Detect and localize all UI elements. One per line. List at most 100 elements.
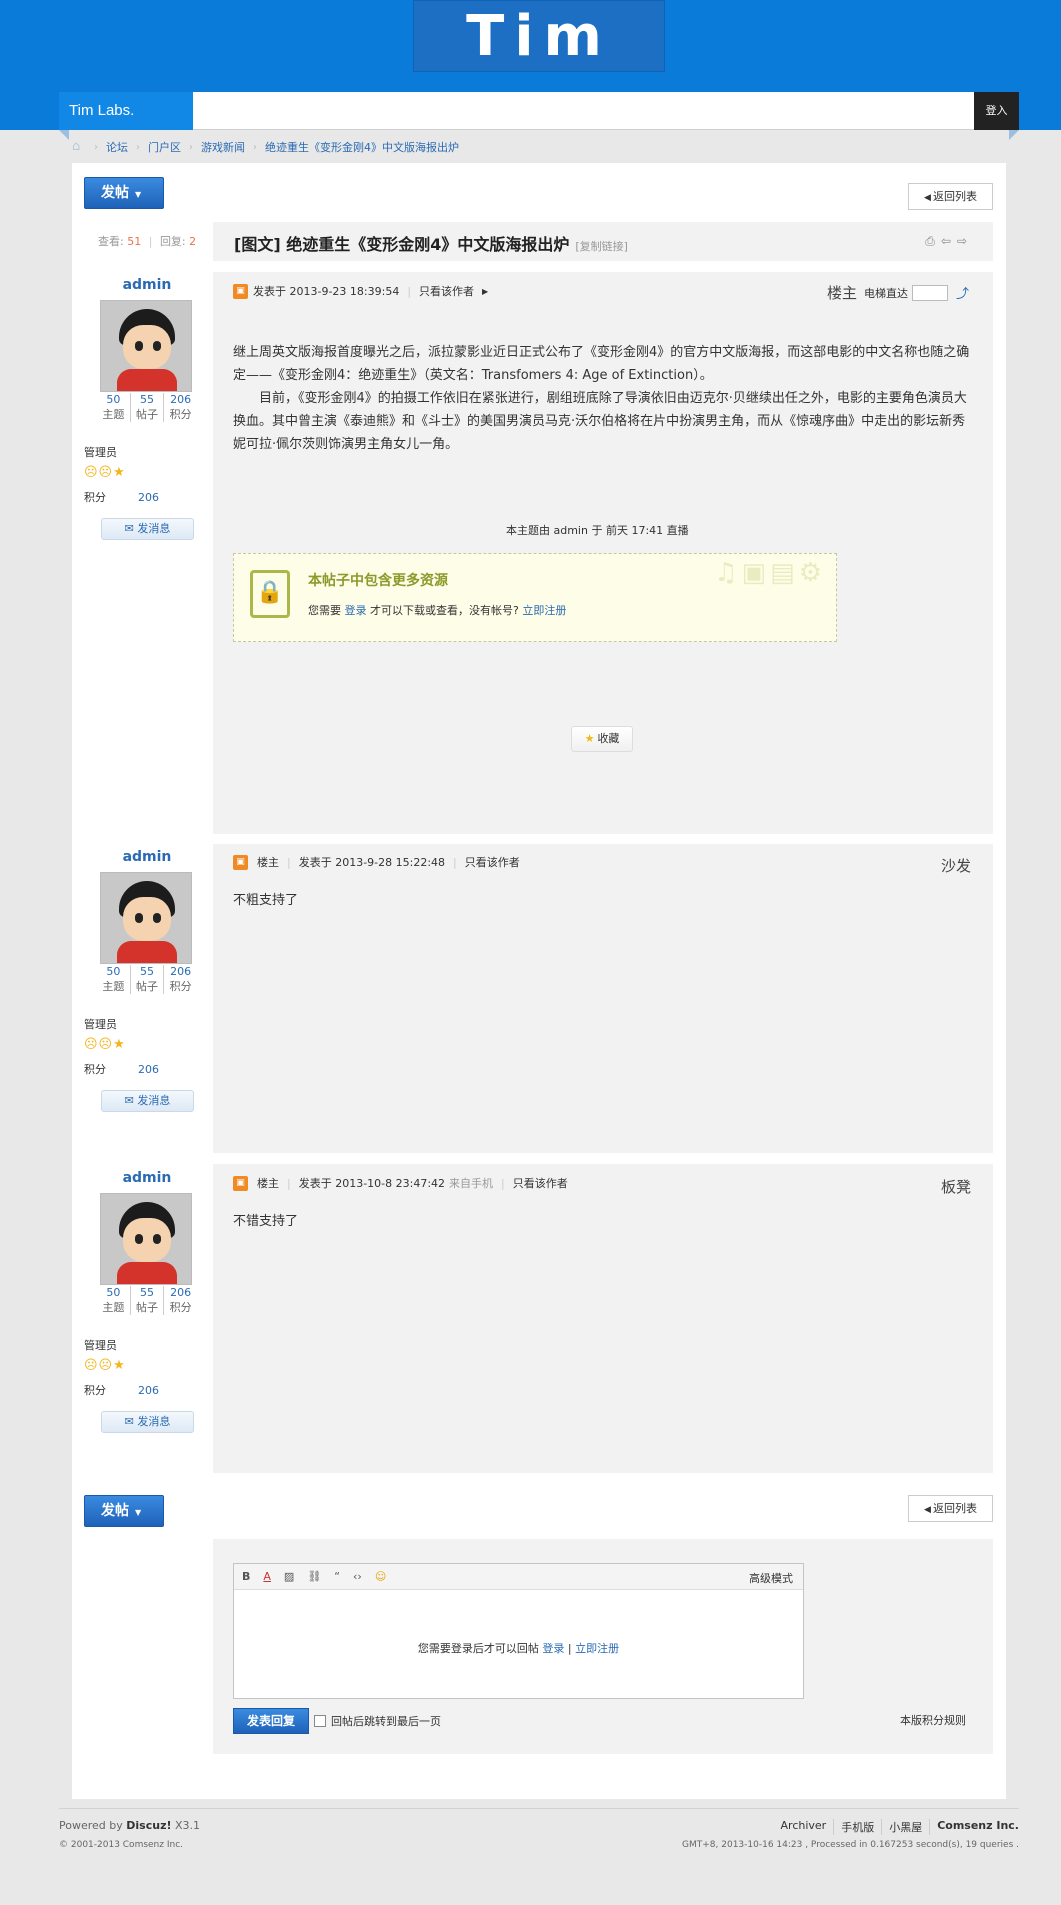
user-stats: 50 主题 55 帖子 206 积分 [97,965,197,994]
next-thread-icon[interactable]: ⇨ [957,234,973,248]
mail-icon: ✉ [124,522,138,535]
post-body: 不粗支持了 [233,893,299,908]
powered-by: Powered by Discuz! X3.1 [59,1819,201,1832]
ribbon-fold-left [59,130,69,140]
bold-icon[interactable]: B [242,1570,250,1583]
author-only-link[interactable]: 只看该作者 [419,283,474,299]
thread-tools: ⎙⇦⇨ [925,234,973,249]
breadcrumb-portal[interactable]: 门户区 [148,139,181,155]
footer-links: Archiver 手机版 小黑屋 Comsenz Inc. [774,1819,1019,1835]
avatar[interactable] [100,1193,192,1285]
locked-files-icon: 🔒 [250,570,290,618]
login-link[interactable]: 登录 [345,604,367,617]
editor-toolbar: B A ▨ ⛓ “ ‹› ☺ 高级模式 [234,1564,803,1590]
advanced-mode-link[interactable]: 高级模式 [749,1570,793,1586]
image-icon[interactable]: ▨ [284,1570,294,1583]
send-message-button[interactable]: ✉ 发消息 [101,1090,194,1112]
copy-link[interactable]: [复制链接] [575,240,628,253]
post-body: 继上周英文版海报首度曝光之后，派拉蒙影业近日正式公布了《变形金刚4》的官方中文版… [233,345,970,452]
link-icon[interactable]: ⛓ [307,1570,321,1583]
rank-icons: ☹☹★ [84,1037,126,1052]
user-stats: 50 主题 55 帖子 206 积分 [97,393,197,422]
back-to-list-button[interactable]: ◀ 返回列表 [908,183,993,210]
rank-icons: ☹☹★ [84,1358,126,1373]
print-icon[interactable]: ⎙ [925,234,941,248]
floor-label: 板凳 [941,1178,972,1196]
footer-link-archiver[interactable]: Archiver [774,1819,835,1835]
author-only-link[interactable]: 只看该作者 [465,854,520,870]
user-icon: ▣ [233,854,248,870]
new-post-button[interactable]: 发帖 ▼ [84,1495,164,1527]
direct-notice: 本主题由 admin 于 前天 17:41 直播 [506,524,689,537]
chevron-down-icon: ▼ [135,1508,142,1517]
send-message-button[interactable]: ✉ 发消息 [101,1411,194,1433]
copyright: © 2001-2013 Comsenz Inc. [59,1840,184,1850]
thread-header: [图文] 绝迹重生《变形金刚4》中文版海报出炉 [复制链接] ⎙⇦⇨ [213,222,993,261]
author-name[interactable]: admin [82,277,212,293]
play-icon[interactable]: ▶ [482,287,488,296]
favorite-button[interactable]: ★ 收藏 [571,726,633,752]
views-count: 51 [127,235,142,248]
reply-editor[interactable]: B A ▨ ⛓ “ ‹› ☺ 高级模式 您需要登录后才可以回帖 登录 | 立即注… [233,1563,804,1699]
mail-icon: ✉ [124,1415,138,1428]
server-info: GMT+8, 2013-10-16 14:23 , Processed in 0… [682,1840,1019,1850]
chevron-left-icon: ◀ [924,1505,931,1515]
footer-divider [59,1808,1019,1809]
post-meta: ▣ 发表于 2013-9-23 18:39:54 | 只看该作者 ▶ [233,283,488,299]
breadcrumb-thread[interactable]: 绝迹重生《变形金刚4》中文版海报出炉 [265,139,459,155]
ribbon-fold-right [1009,130,1019,140]
home-icon[interactable]: ⌂ [72,140,86,153]
avatar[interactable] [100,300,192,392]
post-meta: ▣ 楼主 | 发表于 2013-9-28 15:22:48 | 只看该作者 [233,854,520,870]
new-post-button[interactable]: 发帖 ▼ [84,177,164,209]
rank-icons: ☹☹★ [84,465,126,480]
author-name[interactable]: admin [82,849,212,865]
quote-icon[interactable]: “ [334,1570,340,1583]
send-message-button[interactable]: ✉ 发消息 [101,518,194,540]
code-icon[interactable]: ‹› [353,1570,362,1583]
user-role: 管理员 [84,446,117,459]
go-icon[interactable]: ⤴ [956,283,969,302]
user-points: 积分 206 [84,491,159,504]
site-logo[interactable]: Tim [413,0,665,72]
font-color-icon[interactable]: A [263,1570,271,1583]
submit-reply-button[interactable]: 发表回复 [233,1708,309,1734]
mail-icon: ✉ [124,1094,138,1107]
author-only-link[interactable]: 只看该作者 [513,1175,568,1191]
nav-bar: Tim Labs. 登入 [59,92,1019,130]
footer-link-comsenz[interactable]: Comsenz Inc. [930,1819,1019,1835]
floor-jump-input[interactable] [912,284,948,301]
top-header: Tim Tim Labs. 登入 [0,0,1061,130]
editor-register-link[interactable]: 立即注册 [575,1642,619,1655]
register-link[interactable]: 立即注册 [522,604,566,617]
post-body: 不错支持了 [233,1214,299,1229]
user-icon: ▣ [233,1175,248,1191]
author-name[interactable]: admin [82,1170,212,1186]
user-role: 管理员 [84,1339,117,1352]
footer-link-mobile[interactable]: 手机版 [834,1819,883,1835]
user-points: 积分 206 [84,1063,159,1076]
star-icon: ★ [584,732,595,745]
prev-thread-icon[interactable]: ⇦ [941,234,957,248]
chevron-down-icon: ▼ [135,190,142,199]
media-deco-icon: ♫▣▤⚙ [714,558,826,588]
footer-link-blackroom[interactable]: 小黑屋 [882,1819,931,1835]
login-button[interactable]: 登入 [974,92,1019,130]
user-points: 积分 206 [84,1384,159,1397]
thread-title: [图文] 绝迹重生《变形金刚4》中文版海报出炉 [复制链接] [234,235,628,254]
breadcrumb-forum[interactable]: 论坛 [106,139,128,155]
jump-last-option[interactable]: 回帖后跳转到最后一页 [314,1713,441,1729]
thread-stats: 查看: 51 | 回复: 2 [98,235,197,248]
smiley-icon[interactable]: ☺ [375,1570,386,1583]
editor-login-link[interactable]: 登录 [542,1642,564,1655]
avatar[interactable] [100,872,192,964]
site-name-link[interactable]: Tim Labs. [59,92,193,130]
points-rules-link[interactable]: 本版积分规则 [900,1712,966,1728]
user-stats: 50 主题 55 帖子 206 积分 [97,1286,197,1315]
breadcrumb-game-news[interactable]: 游戏新闻 [201,139,245,155]
post-meta: ▣ 楼主 | 发表于 2013-10-8 23:47:42 来自手机 | 只看该作者 [233,1175,568,1191]
breadcrumb: ⌂ › 论坛 › 门户区 › 游戏新闻 › 绝迹重生《变形金刚4》中文版海报出炉 [72,139,459,155]
login-required-message: 您需要登录后才可以回帖 登录 | 立即注册 [417,1642,620,1655]
jump-last-checkbox[interactable] [314,1715,326,1727]
back-to-list-button[interactable]: ◀ 返回列表 [908,1495,993,1522]
